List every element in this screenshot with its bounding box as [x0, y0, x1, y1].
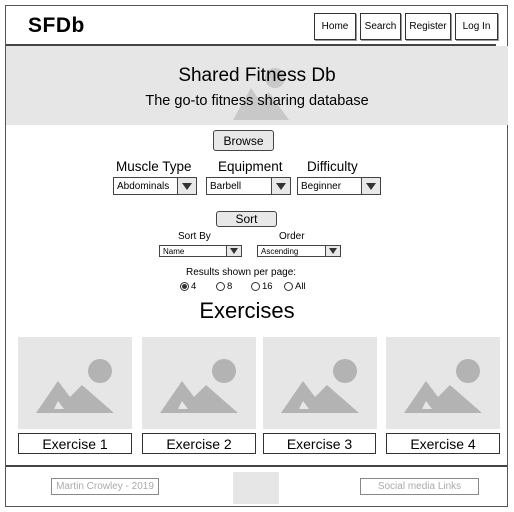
results-option-label: 8 [227, 281, 233, 292]
chevron-down-icon[interactable] [177, 178, 196, 194]
browse-button[interactable]: Browse [213, 130, 274, 151]
difficulty-value: Beginner [301, 180, 342, 192]
chevron-down-icon[interactable] [226, 246, 241, 256]
hero-banner: Shared Fitness Db The go-to fitness shar… [6, 46, 508, 125]
nav-register-button[interactable]: Register [405, 13, 451, 40]
results-option-label: All [295, 281, 306, 292]
muscle-type-value: Abdominals [117, 180, 170, 192]
nav-login-button[interactable]: Log In [455, 13, 498, 40]
image-placeholder-icon [404, 359, 482, 413]
order-value: Ascending [261, 246, 299, 256]
nav-home-button[interactable]: Home [314, 13, 356, 40]
image-placeholder-icon [160, 359, 238, 413]
hero-title: Shared Fitness Db [178, 65, 336, 86]
chevron-down-icon[interactable] [271, 178, 290, 194]
site-logo[interactable]: SFDb [28, 14, 85, 38]
order-select[interactable]: Ascending [257, 245, 341, 257]
nav-search-button[interactable]: Search [360, 13, 401, 40]
footer-image-placeholder [233, 472, 279, 504]
main-nav: Home Search Register Log In [314, 13, 498, 40]
difficulty-label: Difficulty [307, 159, 358, 174]
chevron-down-icon[interactable] [325, 246, 340, 256]
exercise-2-button[interactable]: Exercise 2 [142, 433, 256, 454]
order-label: Order [279, 231, 305, 242]
exercise-4-button[interactable]: Exercise 4 [386, 433, 500, 454]
muscle-type-select[interactable]: Abdominals [113, 177, 197, 195]
radio-button[interactable] [251, 282, 260, 291]
radio-button-checked[interactable] [180, 282, 189, 291]
equipment-select[interactable]: Barbell [206, 177, 291, 195]
results-option-label: 16 [262, 281, 273, 292]
results-option-4[interactable]: 4 [180, 281, 196, 292]
exercise-1-button[interactable]: Exercise 1 [18, 433, 132, 454]
difficulty-select[interactable]: Beginner [297, 177, 381, 195]
social-media-links[interactable]: Social media Links [360, 478, 479, 495]
sort-by-label: Sort By [178, 231, 211, 242]
footer-credit: Martin Crowley - 2019 [51, 478, 159, 495]
sort-button[interactable]: Sort [216, 211, 277, 227]
radio-button[interactable] [216, 282, 225, 291]
results-option-16[interactable]: 16 [251, 281, 273, 292]
results-option-label: 4 [191, 281, 197, 292]
results-option-8[interactable]: 8 [216, 281, 232, 292]
exercise-2-image[interactable] [142, 337, 256, 429]
hero-subtitle: The go-to fitness sharing database [145, 93, 369, 109]
exercise-1-image[interactable] [18, 337, 132, 429]
equipment-value: Barbell [210, 180, 242, 192]
image-placeholder-icon [281, 359, 359, 413]
chevron-down-icon[interactable] [361, 178, 380, 194]
sort-by-select[interactable]: Name [159, 245, 242, 257]
sort-by-value: Name [163, 246, 185, 256]
site-header: SFDb Home Search Register Log In [6, 6, 498, 46]
exercise-4-image[interactable] [386, 337, 500, 429]
equipment-label: Equipment [218, 159, 283, 174]
exercise-3-button[interactable]: Exercise 3 [263, 433, 376, 454]
exercise-3-image[interactable] [263, 337, 377, 429]
image-placeholder-icon [36, 359, 114, 413]
radio-button[interactable] [284, 282, 293, 291]
footer-divider [6, 465, 507, 467]
results-per-page-label: Results shown per page: [186, 267, 297, 278]
results-option-all[interactable]: All [284, 281, 306, 292]
muscle-type-label: Muscle Type [116, 159, 192, 174]
exercises-title: Exercises [199, 298, 295, 323]
